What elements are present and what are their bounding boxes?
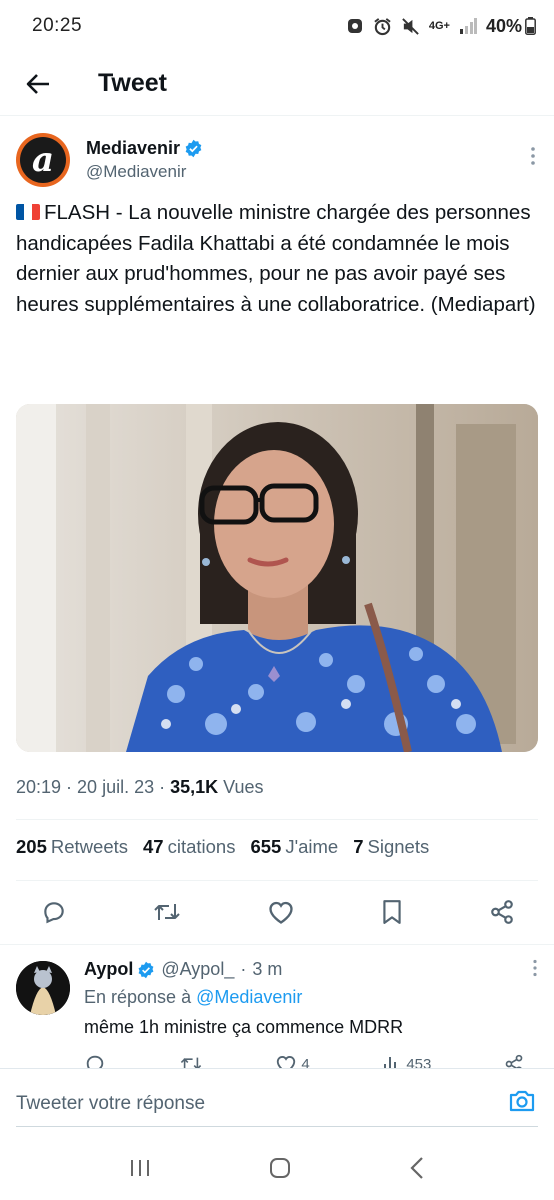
author-name[interactable]: Mediavenir	[86, 138, 180, 159]
reply-share-button[interactable]	[504, 1053, 524, 1068]
alarm-icon	[373, 17, 392, 36]
retweet-icon	[180, 1057, 201, 1068]
status-icons: 4G+ 40%	[346, 16, 536, 37]
network-label: 4G+	[428, 20, 450, 32]
reply-icon[interactable]	[41, 899, 67, 925]
reply-views-count: 453	[406, 1055, 432, 1069]
stat-retweets[interactable]: 205 Retweets	[16, 836, 128, 858]
share-icon[interactable]	[489, 899, 515, 925]
home-button[interactable]	[268, 1156, 292, 1185]
back-button[interactable]	[0, 52, 76, 116]
back-nav-button[interactable]	[409, 1156, 425, 1185]
reply-retweet-button[interactable]	[179, 1053, 203, 1068]
system-navigation-bar	[0, 1140, 554, 1200]
status-time: 20:25	[32, 15, 83, 36]
battery-indicator: 40%	[486, 16, 536, 37]
compose-underline	[16, 1126, 538, 1127]
views-count: 35,1K	[170, 777, 219, 797]
reply-icon	[86, 1055, 104, 1068]
recents-icon	[130, 1159, 149, 1176]
views-label: Vues	[223, 777, 264, 797]
reply-like-count: 4	[301, 1055, 310, 1069]
divider	[16, 819, 538, 820]
camera-button[interactable]	[508, 1088, 536, 1119]
author-avatar[interactable]: a	[16, 133, 70, 187]
tweet-author[interactable]: a Mediavenir @Mediavenir	[16, 130, 538, 190]
stat-bookmarks[interactable]: 7 Signets	[353, 836, 429, 858]
stat-likes[interactable]: 655 J'aime	[250, 836, 338, 858]
reply-avatar[interactable]	[16, 961, 70, 1015]
compose-input[interactable]: Tweeter votre réponse	[16, 1093, 205, 1115]
reply-author-name[interactable]: Aypol	[84, 959, 133, 980]
reply-context-handle[interactable]: @Mediavenir	[196, 987, 302, 1007]
author-names: Mediavenir @Mediavenir	[86, 138, 203, 182]
status-bar: 20:25 4G+ 40%	[0, 0, 554, 52]
reply-time: 3 m	[252, 959, 283, 979]
verified-badge-icon	[138, 961, 154, 978]
battery-icon	[525, 17, 536, 35]
tweet-time: 20:19	[16, 777, 62, 797]
like-icon	[277, 1056, 296, 1068]
camera-icon	[509, 1090, 535, 1112]
tweet-actions	[16, 888, 538, 936]
reply-item[interactable]: Aypol @Aypol_ · 3 m En réponse à @Mediav…	[0, 944, 554, 1068]
tweet-text-content: FLASH - La nouvelle ministre chargée des…	[16, 201, 536, 316]
reply-more-button[interactable]	[532, 959, 538, 982]
page-title: Tweet	[98, 69, 167, 97]
reply-compose-bar[interactable]: Tweeter votre réponse	[0, 1068, 554, 1138]
mute-icon	[401, 17, 420, 36]
reply-reply-button[interactable]	[84, 1053, 106, 1068]
chevron-left-icon	[410, 1156, 424, 1179]
signal-icon	[459, 18, 477, 34]
reply-context: En réponse à @Mediavenir	[84, 987, 302, 1008]
share-icon	[505, 1054, 523, 1068]
reply-context-prefix: En réponse à	[84, 987, 192, 1007]
reply-views-button[interactable]: 453	[382, 1053, 431, 1068]
tweet-stats: 205 Retweets 47 citations 655 J'aime 7 Signe…	[16, 836, 429, 858]
recent-apps-button[interactable]	[129, 1158, 151, 1183]
author-handle[interactable]: @Mediavenir	[86, 162, 203, 182]
home-icon	[269, 1157, 290, 1178]
arrow-left-icon	[26, 73, 49, 94]
bookmark-icon[interactable]	[380, 899, 404, 925]
tweet-meta: 20:19 · 20 juil. 23 · 35,1K Vues	[16, 777, 264, 797]
divider	[16, 880, 538, 881]
like-icon[interactable]	[267, 899, 295, 925]
reply-like-button[interactable]: 4	[275, 1053, 310, 1069]
stat-quotes[interactable]: 47 citations	[143, 836, 235, 858]
france-flag-icon	[16, 204, 40, 220]
reply-header: Aypol @Aypol_ · 3 m	[84, 959, 283, 980]
more-options-button[interactable]	[530, 146, 536, 171]
tweet-photo[interactable]	[16, 404, 538, 752]
more-vertical-icon	[531, 147, 535, 165]
views-icon	[384, 1057, 402, 1068]
retweet-icon[interactable]	[152, 899, 182, 925]
notification-icon	[346, 17, 364, 35]
reply-actions: 4 453	[84, 1053, 524, 1068]
top-app-bar: Tweet	[0, 52, 554, 116]
tweet-text: FLASH - La nouvelle ministre chargée des…	[16, 198, 542, 320]
reply-author-handle[interactable]: @Aypol_	[161, 959, 234, 980]
more-vertical-icon	[533, 959, 537, 977]
verified-badge-icon	[185, 139, 202, 158]
reply-text: même 1h ministre ça commence MDRR	[84, 1017, 404, 1037]
battery-percent: 40%	[485, 15, 522, 36]
tweet-date: 20 juil. 23	[77, 777, 155, 797]
